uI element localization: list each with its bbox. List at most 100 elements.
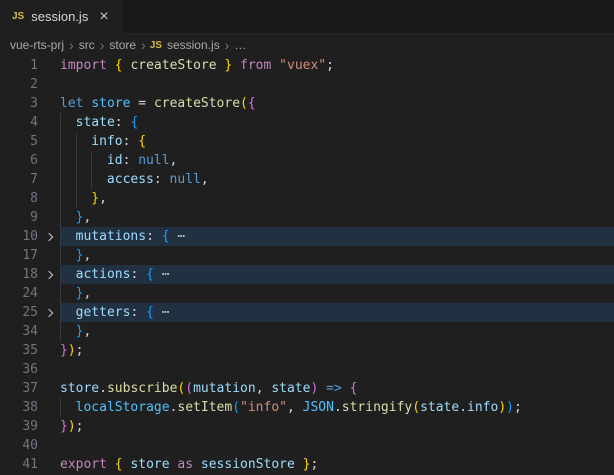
tab-session-js[interactable]: JS session.js × — [0, 0, 122, 33]
code-text: }, — [60, 246, 614, 265]
line-number: 41 — [22, 457, 38, 472]
token: state — [271, 381, 311, 396]
code-line-6: 6 id: null, — [0, 151, 614, 170]
breadcrumb-item-store[interactable]: store — [108, 38, 137, 52]
token: { — [114, 457, 123, 472]
fold-expand-icon[interactable] — [38, 303, 60, 322]
chevron-right-icon: › — [69, 37, 74, 53]
line-number: 35 — [22, 343, 38, 358]
indent-guide — [60, 284, 76, 303]
code-text: state: { — [60, 113, 614, 132]
token: ) — [506, 400, 514, 415]
code-line-7: 7 access: null, — [0, 170, 614, 189]
token: { — [349, 381, 358, 396]
token: info — [91, 134, 123, 149]
line-number: 37 — [22, 381, 38, 396]
token: "info" — [240, 400, 287, 415]
code-line-1: 1 import { createStore } from "vuex"; — [0, 56, 614, 75]
code-text: }, — [60, 284, 614, 303]
token: { — [247, 96, 256, 111]
code-text: access: null, — [60, 170, 614, 189]
token: ( — [185, 381, 194, 396]
token: ; — [514, 400, 522, 415]
code-line-8: 8}, — [0, 189, 614, 208]
breadcrumb-symbol-ellipsis[interactable]: … — [233, 38, 247, 52]
breadcrumb-file[interactable]: session.js — [166, 38, 221, 52]
chevron-right-icon: › — [99, 37, 105, 53]
token: , — [83, 324, 92, 339]
fold-expand-icon[interactable] — [38, 265, 60, 284]
line-number: 10 — [22, 229, 38, 244]
token: , — [169, 153, 178, 168]
close-tab-icon[interactable]: × — [99, 8, 108, 25]
token: : — [130, 267, 147, 282]
token: getters — [75, 305, 131, 320]
token: ⋯ — [161, 305, 170, 320]
line-number: 1 — [30, 58, 38, 73]
token: store — [60, 381, 100, 396]
line-number: 18 — [22, 267, 38, 282]
token: } — [91, 191, 100, 206]
token: stringify — [341, 400, 413, 415]
code-line-40: 40 — [0, 436, 614, 455]
code-line-10: 10 mutations: { ⋯ — [0, 227, 614, 246]
code-text: import { createStore } from "vuex"; — [60, 56, 614, 75]
token: let — [60, 96, 84, 111]
chevron-right-icon: › — [141, 37, 146, 53]
indent-guide — [76, 132, 92, 151]
fold-expand-icon[interactable] — [38, 227, 60, 246]
indent-guide — [60, 208, 76, 227]
code-text: export { store as sessionStore }; — [60, 455, 614, 474]
breadcrumb-item-src[interactable]: src — [78, 38, 96, 52]
token: => — [326, 381, 342, 396]
line-number: 36 — [22, 362, 38, 377]
token: actions — [75, 267, 131, 282]
code-editor[interactable]: 1 import { createStore } from "vuex"; 2 3 le… — [0, 56, 614, 475]
indent-guide — [60, 170, 76, 189]
token: . — [459, 400, 468, 415]
code-line-37: 37 store.subscribe((mutation, state) => { — [0, 379, 614, 398]
line-number: 25 — [22, 305, 38, 320]
token: null — [138, 153, 170, 168]
token: setItem — [177, 400, 233, 415]
line-number: 24 — [22, 286, 38, 301]
token: createStore — [153, 96, 241, 111]
code-text: getters: { ⋯ — [60, 303, 614, 322]
code-text: mutations: { ⋯ — [60, 227, 614, 246]
token: sessionStore — [200, 457, 295, 472]
token: = — [130, 96, 154, 111]
token: . — [333, 400, 342, 415]
token: { — [130, 115, 139, 130]
token: access — [106, 172, 154, 187]
token: ) — [67, 343, 76, 358]
breadcrumb: vue-rts-prj › src › store › JS session.js ›… — [0, 34, 614, 56]
token: info — [467, 400, 499, 415]
line-number: 3 — [30, 96, 38, 111]
indent-guide — [76, 151, 92, 170]
token: mutation — [193, 381, 256, 396]
code-text: }); — [60, 341, 614, 360]
token: from — [240, 58, 272, 73]
line-number: 7 — [30, 172, 38, 187]
token: , — [255, 381, 272, 396]
code-text: let store = createStore({ — [60, 94, 614, 113]
breadcrumb-item-vue-rts-prj[interactable]: vue-rts-prj — [9, 38, 65, 52]
token: "vuex" — [279, 58, 327, 73]
token: , — [99, 191, 107, 206]
